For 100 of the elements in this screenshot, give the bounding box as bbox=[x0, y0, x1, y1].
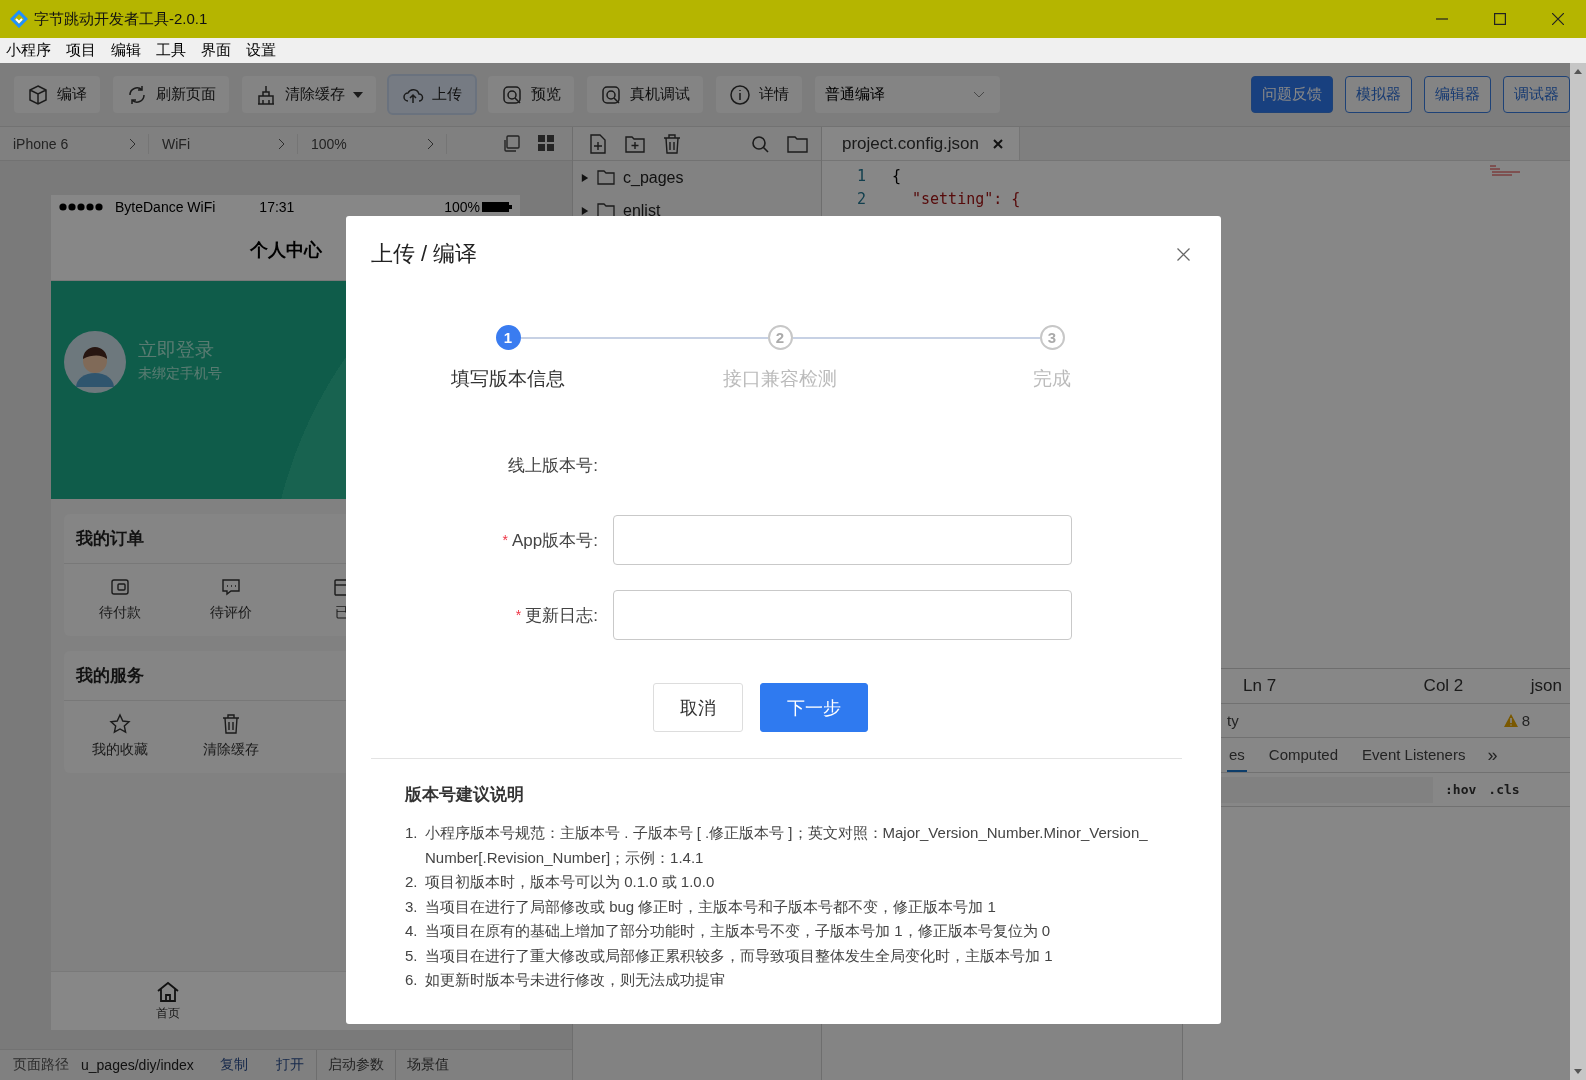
list-number: 2. bbox=[405, 872, 419, 892]
toolbar-button[interactable]: 上传 bbox=[389, 76, 475, 113]
list-number: 3. bbox=[405, 896, 419, 917]
compile-mode-select[interactable]: 普通编译 bbox=[815, 76, 1000, 113]
devtools-tab[interactable]: Event Listeners bbox=[1360, 738, 1468, 772]
required-mark: * bbox=[515, 607, 522, 623]
input-field[interactable] bbox=[613, 515, 1072, 565]
page-path: u_pages/diy/index bbox=[81, 1057, 194, 1073]
device-setting-dropdown[interactable]: iPhone 6 bbox=[0, 133, 149, 154]
input-field[interactable] bbox=[613, 590, 1072, 640]
shortcut-item[interactable]: 我的收藏 bbox=[64, 713, 175, 759]
menu-item[interactable]: 编辑 bbox=[111, 41, 141, 60]
scroll-up-icon[interactable] bbox=[1574, 69, 1582, 74]
warning-icon bbox=[1503, 714, 1518, 727]
device-setting-dropdown[interactable]: 100% bbox=[298, 133, 447, 154]
path-bar-button[interactable]: 启动参数 bbox=[315, 1050, 395, 1080]
close-icon[interactable] bbox=[993, 138, 1004, 149]
required-mark: * bbox=[502, 532, 508, 548]
page-title: 个人中心 bbox=[249, 238, 322, 262]
menu-item[interactable]: 设置 bbox=[246, 41, 276, 60]
window-title: 字节跳动开发者工具-2.0.1 bbox=[34, 9, 208, 29]
trash-icon[interactable] bbox=[663, 133, 681, 154]
view-toggle-button[interactable]: 编辑器 bbox=[1424, 76, 1491, 113]
cancel-button[interactable]: 取消 bbox=[653, 683, 743, 732]
toolbar-button[interactable]: 编译 bbox=[14, 76, 100, 113]
cursor-line: Ln 7 bbox=[1243, 676, 1277, 696]
folder-icon bbox=[597, 170, 615, 185]
shortcut-item[interactable]: 待评价 bbox=[175, 576, 286, 622]
note-text: 当项目在进行了重大修改或局部修正累积较多，而导致项目整体发生全局变化时，主版本号加 1 bbox=[425, 945, 1053, 966]
list-number: 4. bbox=[405, 921, 419, 941]
step-label: 完成 bbox=[1033, 367, 1071, 391]
scrollbar[interactable] bbox=[1570, 63, 1586, 1080]
style-filter-button[interactable]: .cls bbox=[1488, 782, 1520, 797]
scroll-down-icon[interactable] bbox=[1574, 1069, 1582, 1074]
search-icon[interactable] bbox=[751, 134, 769, 153]
avatar-icon bbox=[64, 331, 126, 393]
view-toggle-button[interactable]: 调试器 bbox=[1503, 76, 1570, 113]
path-link[interactable]: 打开 bbox=[275, 1056, 304, 1074]
cursor-column: Col 2 bbox=[1423, 676, 1464, 696]
line-number: 2 bbox=[856, 189, 866, 210]
logo-icon bbox=[10, 10, 28, 28]
devtools-tab[interactable]: Computed bbox=[1266, 738, 1341, 772]
chevron-down-icon bbox=[974, 91, 984, 98]
view-toggle-button[interactable]: 模拟器 bbox=[1345, 76, 1412, 113]
close-icon[interactable] bbox=[1177, 247, 1190, 261]
shortcut-item[interactable]: 待付款 bbox=[64, 576, 175, 622]
toolbar-button[interactable]: 详情 bbox=[716, 76, 802, 113]
panel-text: ty bbox=[1227, 712, 1239, 729]
note-text: 小程序版本号规范：主版本号 . 子版本号 [ .修正版本号 ]；英文对照：Major_Version_Number.Minor_Version_Number[.Revision_Number]；示例：1.4.1 bbox=[425, 823, 1149, 868]
editor-tab[interactable]: project.config.json bbox=[822, 127, 1021, 160]
toolbar-button[interactable]: 刷新页面 bbox=[113, 76, 229, 113]
close-icon[interactable] bbox=[1552, 13, 1564, 25]
maximize-icon[interactable] bbox=[1494, 13, 1506, 25]
style-filter-button[interactable]: :hov bbox=[1445, 782, 1477, 797]
field-label: 更新日志: bbox=[525, 604, 598, 627]
chevron-right-icon bbox=[129, 137, 136, 150]
line-number: 1 bbox=[856, 166, 866, 187]
toolbar-button[interactable]: 预览 bbox=[488, 76, 574, 113]
note-text: 项目初版本时，版本号可以为 0.1.0 或 1.0.0 bbox=[425, 872, 715, 892]
list-number: 1. bbox=[405, 823, 419, 843]
menu-item[interactable]: 小程序 bbox=[6, 41, 51, 60]
chevron-right-icon bbox=[427, 137, 434, 150]
folder-tree-item[interactable]: c_pages bbox=[573, 161, 821, 194]
signal-icon bbox=[59, 203, 103, 211]
new-file-icon[interactable] bbox=[589, 133, 607, 154]
warning-count: 8 bbox=[1521, 712, 1530, 729]
device-setting-dropdown[interactable]: WiFi bbox=[149, 133, 298, 154]
menu-item[interactable]: 界面 bbox=[201, 41, 231, 60]
more-tabs-button[interactable]: » bbox=[1487, 738, 1498, 772]
home-icon bbox=[156, 980, 180, 1003]
tab-bar-item[interactable]: 首页 bbox=[51, 972, 285, 1030]
broom-icon bbox=[255, 83, 277, 106]
menu-item[interactable]: 项目 bbox=[66, 41, 96, 60]
devtools-tab[interactable]: es bbox=[1227, 738, 1247, 772]
toolbar-button[interactable]: 真机调试 bbox=[587, 76, 703, 113]
code-line: { bbox=[892, 166, 903, 187]
expand-arrow-icon bbox=[581, 205, 589, 216]
view-toggle-button[interactable]: 问题反馈 bbox=[1251, 76, 1333, 113]
grid-icon[interactable] bbox=[538, 134, 554, 151]
step-label: 接口兼容检测 bbox=[723, 367, 837, 391]
menu-item[interactable]: 工具 bbox=[156, 41, 186, 60]
refresh-icon bbox=[126, 83, 148, 106]
battery-percent: 100% bbox=[444, 199, 480, 215]
note-text: 当项目在进行了局部修改或 bug 修正时，主版本号和子版本号都不变，修正版本号加 1 bbox=[425, 896, 996, 917]
note-text: 如更新时版本号未进行修改，则无法成功提审 bbox=[425, 970, 725, 990]
copy-icon[interactable] bbox=[502, 134, 520, 153]
step-number: 1 bbox=[495, 325, 521, 350]
step-label: 填写版本信息 bbox=[451, 367, 565, 391]
next-button[interactable]: 下一步 bbox=[760, 683, 868, 732]
path-bar-button[interactable]: 场景值 bbox=[394, 1050, 460, 1080]
step-number: 3 bbox=[1039, 325, 1065, 350]
new-folder-icon[interactable] bbox=[625, 134, 645, 153]
path-link[interactable]: 复制 bbox=[219, 1056, 248, 1074]
folder-icon[interactable] bbox=[787, 134, 809, 153]
clock-time: 17:31 bbox=[259, 199, 295, 215]
chevron-right-icon bbox=[278, 137, 285, 150]
cube-icon bbox=[27, 83, 49, 106]
toolbar-button[interactable]: 清除缓存 bbox=[242, 76, 376, 113]
chat-icon bbox=[219, 576, 242, 598]
shortcut-item[interactable]: 清除缓存 bbox=[175, 713, 286, 759]
